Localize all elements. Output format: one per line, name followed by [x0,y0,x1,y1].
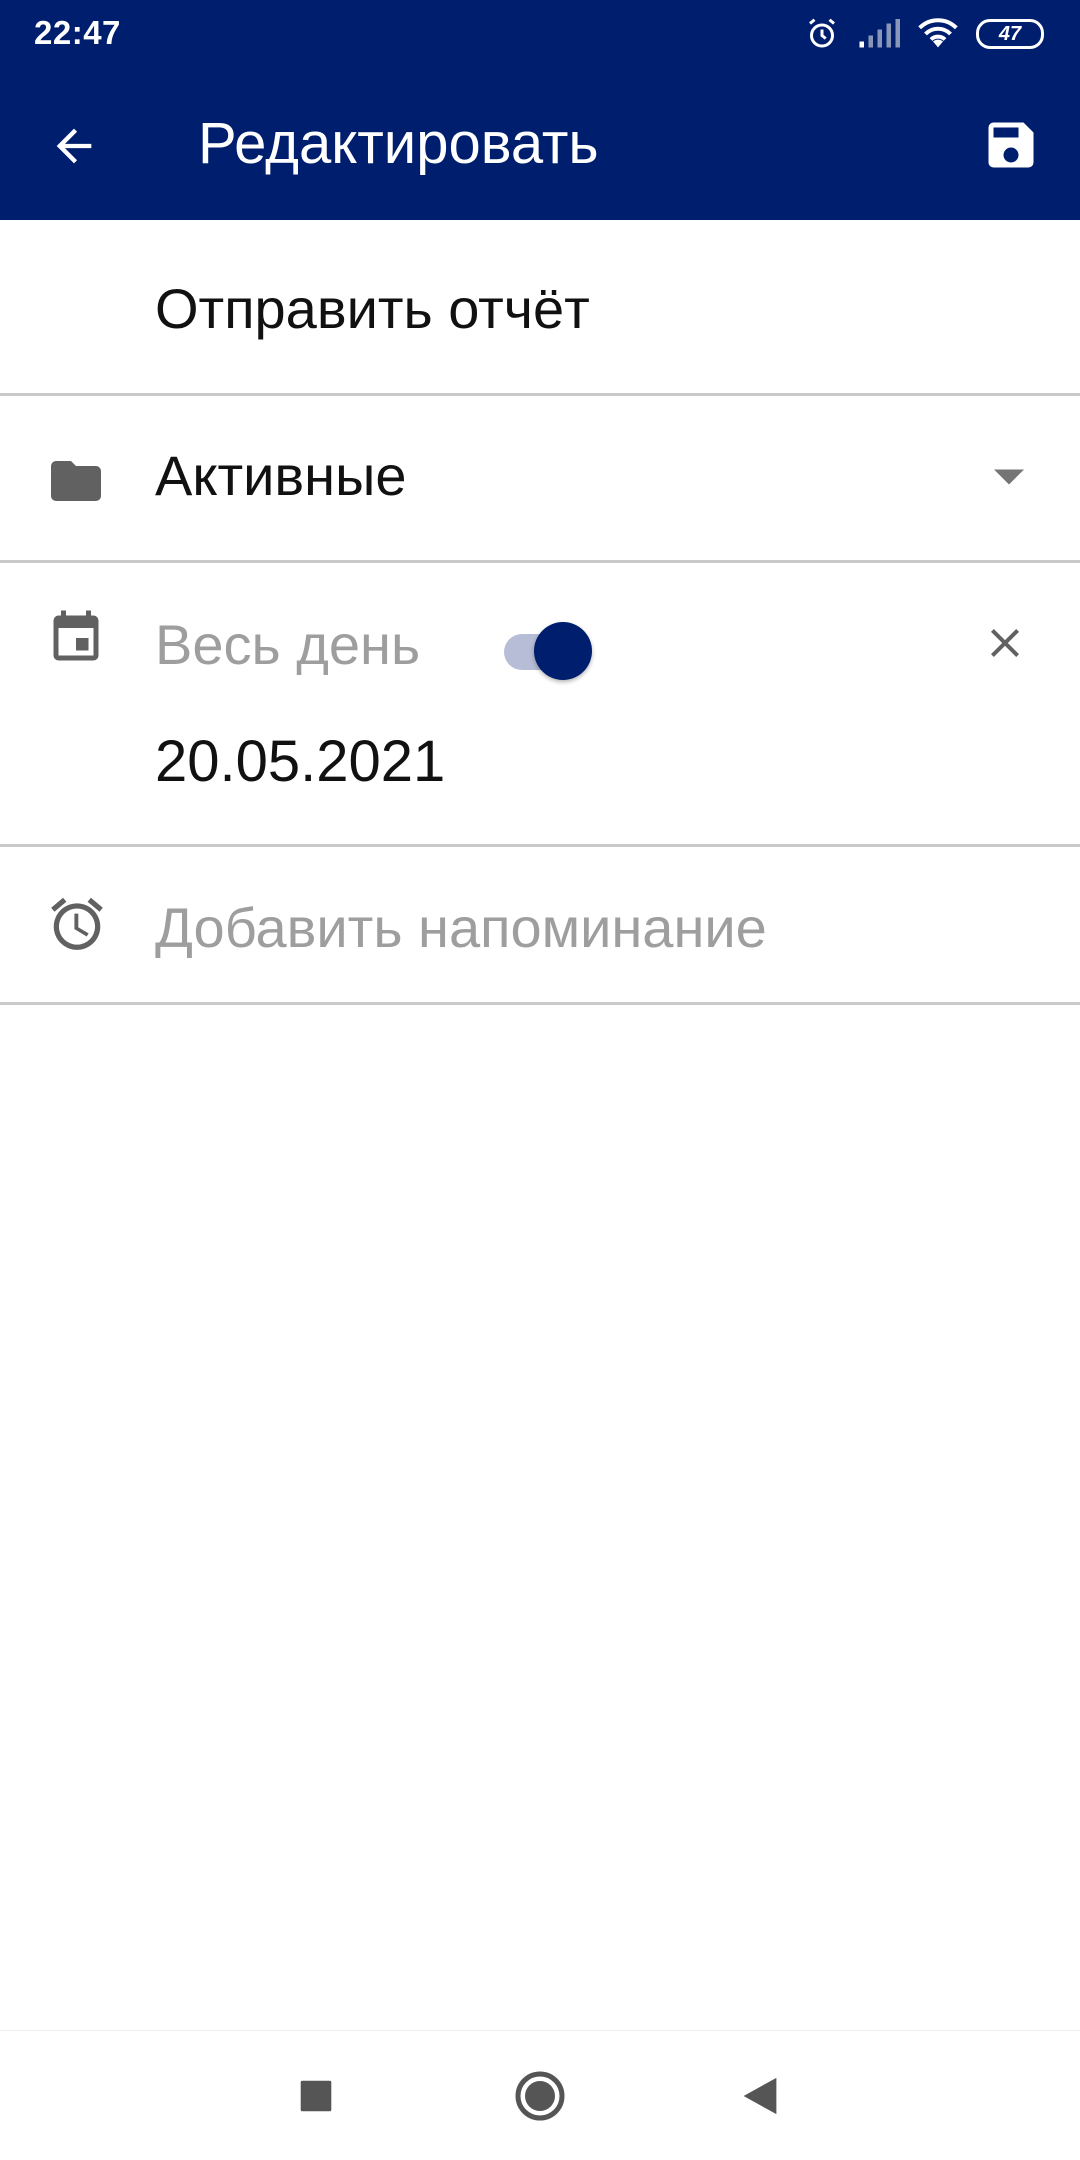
date-section: Весь день 20.05.2021 [0,564,1080,844]
wifi-icon [918,17,958,51]
divider [0,1002,1080,1005]
folder-icon [46,451,106,516]
alarm-status-icon [804,16,840,52]
home-button[interactable] [507,2063,573,2129]
reminder-placeholder: Добавить напоминание [155,896,767,959]
task-title-text: Отправить отчёт [155,277,590,340]
date-value[interactable]: 20.05.2021 [155,728,445,795]
system-nav-bar [0,2030,1080,2160]
back-triangle-icon [743,2077,777,2115]
recents-button[interactable] [283,2063,349,2129]
calendar-icon [46,608,106,673]
recents-square-icon [300,2080,332,2112]
status-bar: 22:47 47 [0,0,1080,66]
add-reminder-row[interactable]: Добавить напоминание [0,847,1080,1003]
all-day-toggle[interactable] [500,614,592,680]
arrow-back-icon [56,128,92,164]
alarm-icon [46,893,108,960]
close-icon [991,629,1019,657]
app-bar: Редактировать [0,66,1080,220]
divider [0,393,1080,396]
status-time: 22:47 [34,14,121,51]
back-nav-button[interactable] [727,2063,793,2129]
back-button[interactable] [42,114,106,178]
task-title-field[interactable]: Отправить отчёт [0,220,1080,394]
toggle-knob [534,622,592,680]
save-button[interactable] [978,112,1044,178]
status-icons: 47 [786,12,1044,56]
battery-icon: 47 [976,19,1044,49]
save-icon [988,122,1034,168]
home-circle-icon [515,2071,565,2121]
divider [0,560,1080,563]
dropdown-arrow-icon [994,469,1024,490]
folder-selected-value: Активные [155,444,407,507]
edit-task-screen: 22:47 47 Редактировать Отправить отчёт А… [0,0,1080,2160]
all-day-label: Весь день [155,613,421,676]
folder-selector[interactable]: Активные [0,397,1080,561]
page-title: Редактировать [198,111,599,176]
clear-date-button[interactable] [978,616,1032,670]
signal-icon [858,19,900,49]
